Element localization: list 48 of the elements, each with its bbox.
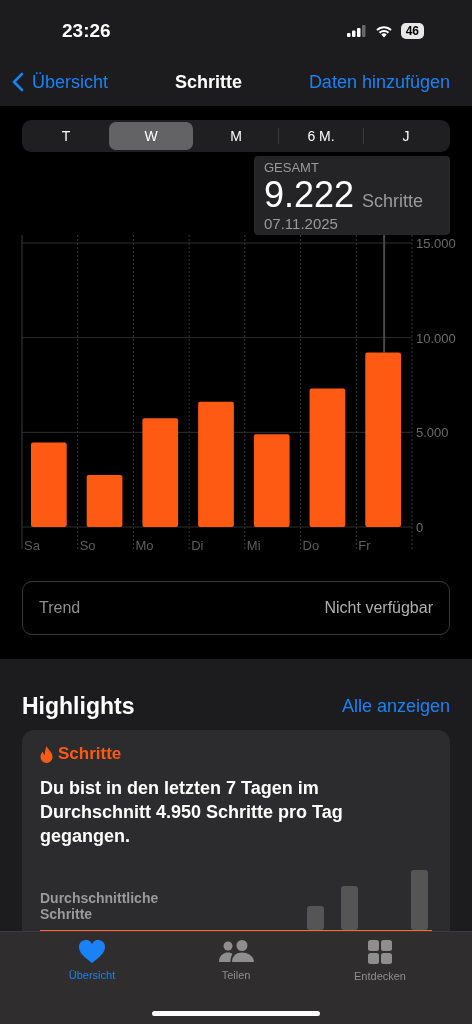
back-button[interactable]: Übersicht	[12, 71, 109, 93]
trend-row[interactable]: Trend Nicht verfügbar	[22, 581, 450, 635]
x-axis-label: Sa	[24, 538, 40, 553]
step-bar[interactable]	[142, 418, 179, 527]
period-tab[interactable]: J	[364, 122, 448, 150]
highlight-card[interactable]: Schritte Du bist in den letzten 7 Tagen im Durchschnitt 4.950 Schritte pro Tag gegangen. Durchschnittliche Schritte	[22, 730, 450, 932]
back-chevron-icon	[12, 72, 24, 92]
flame-icon	[40, 745, 53, 763]
tab-bar-item[interactable]: Entdecken	[330, 940, 430, 982]
x-axis-label: Di	[191, 538, 204, 553]
y-axis-label: 5.000	[416, 425, 449, 441]
x-axis-label: Mo	[135, 538, 154, 553]
x-axis-label: Do	[302, 538, 320, 553]
step-bar[interactable]	[253, 434, 290, 527]
highlight-category: Schritte	[58, 744, 122, 764]
add-data-link[interactable]: Daten hinzufügen	[308, 71, 450, 93]
wifi-icon	[374, 24, 393, 38]
trend-label: Trend	[39, 599, 81, 617]
trend-value: Nicht verfügbar	[324, 599, 433, 617]
chart-label: Durchschnittliche Schritte	[40, 890, 160, 922]
battery-level: 46	[400, 23, 424, 39]
tab-bar-item[interactable]: Übersicht	[42, 940, 142, 982]
step-bar[interactable]	[86, 474, 123, 527]
status-time: 23:26	[62, 20, 111, 42]
y-axis-label: 0	[416, 520, 424, 535]
step-bar[interactable]	[309, 388, 346, 527]
x-axis-label: Fr	[358, 538, 371, 553]
signal-icon	[346, 25, 367, 37]
show-all-link[interactable]: Alle anzeigen	[341, 696, 450, 717]
page-title: Schritte	[174, 71, 242, 93]
tooltip-unit: Schritte	[362, 191, 424, 212]
tab-bar-item[interactable]: Teilen	[186, 940, 286, 982]
period-tab[interactable]: 6 M.	[279, 122, 363, 150]
period-tab[interactable]: M	[194, 122, 278, 150]
period-tab[interactable]: T	[24, 122, 108, 150]
section-title: Highlights	[22, 693, 135, 720]
highlight-text: Du bist in den letzten 7 Tagen im Durchschnitt 4.950 Schritte pro Tag gegangen.	[40, 777, 344, 848]
x-axis-label: Mi	[246, 538, 261, 553]
y-axis-label: 10.000	[416, 330, 456, 346]
people-icon	[218, 940, 254, 963]
tooltip-value: 9.222	[264, 175, 355, 215]
tooltip-date: 07.11.2025	[264, 215, 339, 232]
y-axis-label: 15.000	[416, 236, 456, 251]
x-axis-label: So	[79, 538, 96, 553]
heart-icon	[79, 940, 105, 963]
grid-icon	[368, 940, 392, 964]
period-tab[interactable]: W	[109, 122, 193, 150]
tooltip-label: GESAMT	[264, 160, 320, 175]
